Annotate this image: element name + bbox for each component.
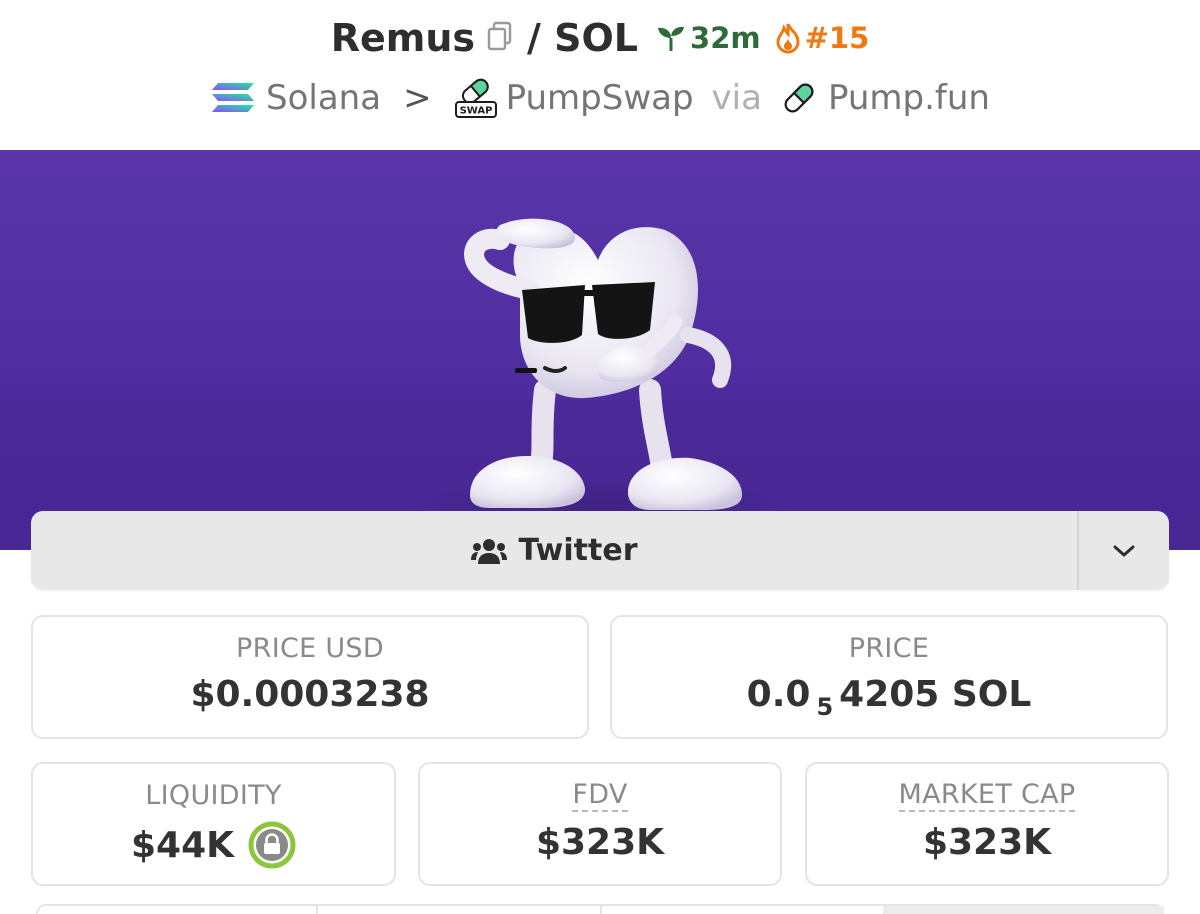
- pill-icon: [784, 83, 814, 113]
- liquidity-value: $44K: [130, 824, 235, 866]
- chain-link[interactable]: Solana: [210, 78, 381, 118]
- twitter-button[interactable]: Twitter: [31, 511, 1077, 590]
- trending-rank-badge[interactable]: #15: [775, 21, 870, 55]
- title-row: Remus / SOL 32m #15: [0, 12, 1200, 64]
- chevron-down-icon: [1113, 545, 1135, 556]
- rank-value: #15: [804, 21, 870, 55]
- token-name: Remus: [330, 16, 476, 60]
- social-links-bar: Twitter: [31, 511, 1169, 590]
- price-suffix: 4205 SOL: [839, 674, 1032, 715]
- liquidity-card: LIQUIDITY $44K: [31, 762, 396, 886]
- launchpad-name: Pump.fun: [827, 78, 990, 118]
- token-banner-image: [0, 150, 1200, 550]
- price-usd-card: PRICE USD $0.0003238: [31, 615, 589, 739]
- price-native-card: PRICE 0.0 5 4205 SOL: [610, 615, 1168, 739]
- strip-divider: [600, 906, 602, 914]
- liquidity-label: LIQUIDITY: [145, 780, 282, 811]
- strip-divider: [316, 906, 318, 914]
- market-cap-value: $323K: [922, 822, 1052, 863]
- pumpswap-icon: SWAP: [454, 78, 497, 118]
- quote-token: / SOL: [527, 16, 639, 60]
- age-value: 32m: [690, 21, 761, 55]
- market-cap-card[interactable]: MARKET CAP $323K: [805, 762, 1169, 886]
- market-cap-label[interactable]: MARKET CAP: [898, 780, 1076, 812]
- fdv-label[interactable]: FDV: [572, 780, 628, 812]
- fdv-card[interactable]: FDV $323K: [418, 762, 782, 886]
- price-native-value: 0.0 5 4205 SOL: [612, 674, 1166, 721]
- fdv-value: $323K: [535, 822, 665, 863]
- social-dropdown-toggle[interactable]: [1077, 511, 1169, 590]
- age-badge: 32m: [656, 21, 761, 55]
- strip-active-tab: [883, 906, 1164, 914]
- via-label: via: [711, 78, 762, 118]
- mascot-illustration: [0, 218, 1200, 550]
- launchpad-link[interactable]: Pump.fun: [780, 78, 990, 118]
- twitter-label: Twitter: [518, 533, 638, 568]
- flame-icon: [776, 23, 800, 54]
- sprout-icon: [658, 26, 685, 51]
- price-zero-count: 5: [816, 692, 834, 721]
- price-usd-label: PRICE USD: [236, 633, 384, 664]
- pair-header: Remus / SOL 32m #15 Solana > SWAP PumpSw…: [0, 0, 1200, 150]
- dex-name: PumpSwap: [505, 78, 694, 118]
- lock-icon[interactable]: [248, 821, 296, 869]
- breadcrumb-separator: >: [403, 78, 432, 118]
- price-native-label: PRICE: [848, 633, 930, 664]
- dex-link[interactable]: SWAP PumpSwap: [454, 76, 694, 120]
- swap-badge-text: SWAP: [459, 106, 492, 117]
- price-usd-value: $0.0003238: [190, 674, 430, 715]
- chain-name: Solana: [266, 78, 382, 118]
- copy-icon[interactable]: [487, 21, 513, 55]
- solana-icon: [212, 83, 255, 112]
- users-icon: [470, 538, 507, 564]
- liquidity-value-row: $44K: [33, 821, 394, 869]
- next-stats-row: [36, 904, 1164, 914]
- price-prefix: 0.0: [746, 674, 811, 715]
- breadcrumb: Solana > SWAP PumpSwap via Pump.fun: [0, 72, 1200, 124]
